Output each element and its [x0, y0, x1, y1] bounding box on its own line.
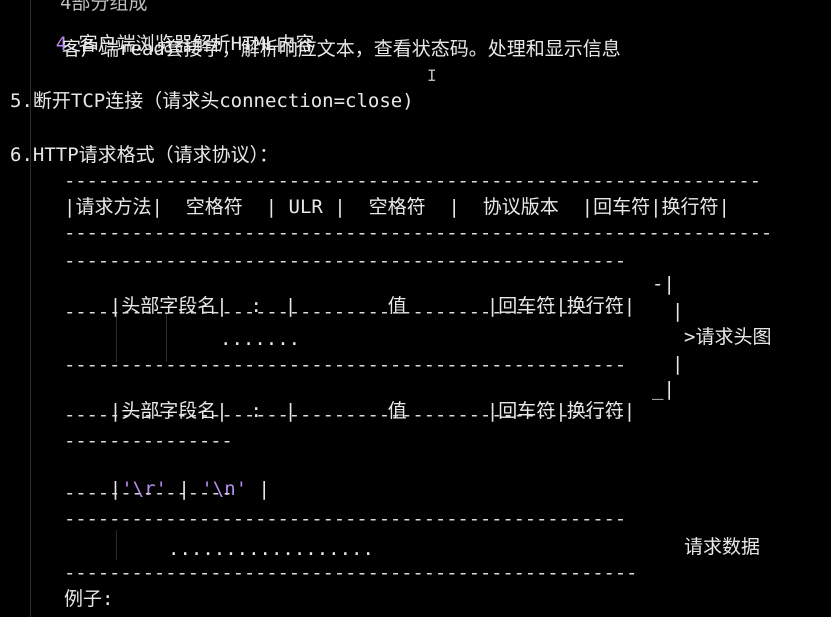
ellipsis-row: .......	[220, 328, 301, 350]
divider: ---------------	[64, 430, 233, 452]
bracket-bar: |	[672, 353, 684, 375]
divider: ----------------------------------------…	[64, 354, 626, 376]
text-cursor-icon: I	[427, 66, 437, 85]
divider: ----------------------------------------…	[64, 508, 626, 530]
section-6-title: 6.HTTP请求格式（请求协议）：	[10, 144, 279, 166]
bracket-top: -|	[652, 273, 675, 295]
request-data-label: 请求数据	[684, 536, 761, 558]
divider: ----------------------------------------…	[64, 404, 626, 426]
section-4-body: 客户端read套接字，解析响应文本，查看状态码。处理和显示信息	[62, 38, 621, 60]
bracket-bottom: _|	[652, 378, 675, 400]
divider: ---------------	[64, 482, 233, 504]
divider: ----------------------------------------…	[64, 301, 626, 323]
divider: ----------------------------------------…	[64, 562, 638, 584]
indent-guide	[116, 530, 117, 560]
bracket-bar: |	[672, 300, 684, 322]
divider: ----------------------------------------…	[64, 170, 761, 192]
request-header-label: >请求头图	[684, 326, 772, 348]
body-data-row: ..................	[168, 538, 374, 560]
section-5-line: 5.断开TCP连接（请求头connection=close)	[10, 90, 414, 112]
request-line-row: |请求方法| 空格符 | ULR | 空格符 | 协议版本 |回车符|换行符|	[64, 196, 730, 218]
example-label: 例子:	[64, 588, 114, 610]
divider: ----------------------------------------…	[64, 250, 626, 272]
code-editor[interactable]: 4部分组成 4.客户端浏览器解析HTML内容 客户端read套接字，解析响应文本…	[0, 0, 831, 617]
divider: ----------------------------------------…	[64, 222, 773, 244]
crlf-close: |	[247, 478, 270, 500]
